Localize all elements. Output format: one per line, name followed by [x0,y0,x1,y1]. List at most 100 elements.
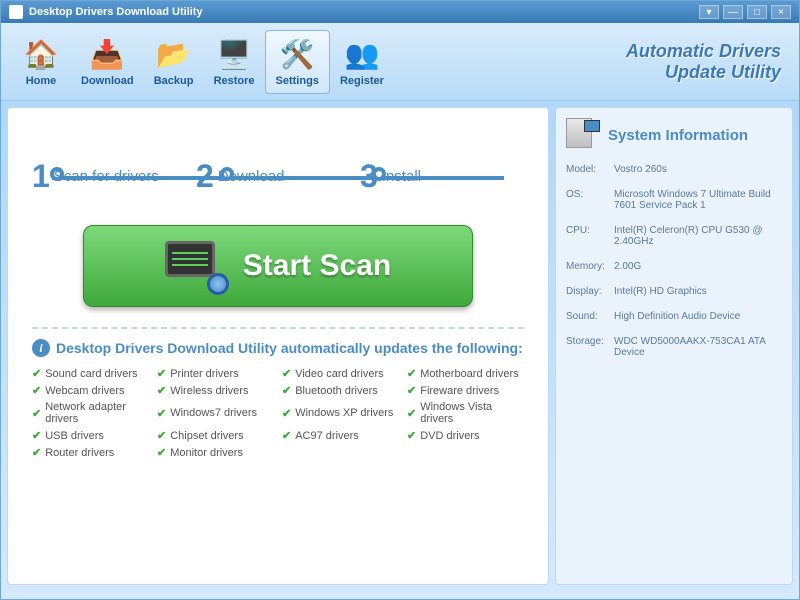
driver-name: Network adapter drivers [45,401,149,425]
driver-item: ✔Chipset drivers [157,429,274,442]
sysinfo-label: Display: [566,286,614,297]
check-icon: ✔ [282,384,291,397]
app-icon [9,5,23,19]
driver-name: Printer drivers [170,368,238,380]
driver-name: USB drivers [45,430,104,442]
restore-icon: 🖥️ [214,37,254,73]
brand-logo: Automatic Drivers Update Utility [626,41,789,83]
sysinfo-value: Intel(R) Celeron(R) CPU G530 @ 2.40GHz [614,225,782,247]
auto-title-text: Desktop Drivers Download Utility automat… [56,340,523,356]
sysinfo-value: Intel(R) HD Graphics [614,286,782,297]
sysinfo-value: 2.00G [614,261,782,272]
toolbar-restore[interactable]: 🖥️ Restore [204,31,265,93]
sysinfo-value: High Definition Audio Device [614,311,782,322]
toolbar-settings-label: Settings [276,75,319,87]
close-button[interactable]: × [771,5,791,19]
toolbar-home[interactable]: 🏠 Home [11,31,71,93]
step-2: 2 Download [196,158,360,195]
check-icon: ✔ [32,367,41,380]
driver-name: Bluetooth drivers [295,385,378,397]
start-scan-button[interactable]: Start Scan [83,225,473,307]
check-icon: ✔ [32,384,41,397]
sysinfo-row: OS:Microsoft Windows 7 Ultimate Build 76… [566,189,782,211]
sysinfo-row: Display:Intel(R) HD Graphics [566,286,782,297]
driver-name: Video card drivers [295,368,383,380]
minimize-button[interactable]: — [723,5,743,19]
driver-name: Sound card drivers [45,368,137,380]
driver-name: AC97 drivers [295,430,359,442]
step-3: 3 Install [360,158,524,195]
driver-name: Wireless drivers [170,385,248,397]
check-icon: ✔ [407,407,416,420]
step-3-num: 3 [360,158,378,195]
toolbar-download-label: Download [81,75,134,87]
maximize-button[interactable]: □ [747,5,767,19]
scan-icon [165,241,225,291]
check-icon: ✔ [282,407,291,420]
driver-name: Fireware drivers [420,385,499,397]
info-icon: i [32,339,50,357]
system-info-panel: System Information Model:Vostro 260s OS:M… [555,107,793,585]
step-1-label: Scan for drivers [54,168,159,185]
system-icon [566,118,600,152]
check-icon: ✔ [157,407,166,420]
window-title: Desktop Drivers Download Utility [29,6,699,18]
steps-progress: 1 Scan for drivers 2 Download 3 Install [32,158,524,195]
sysinfo-row: Storage:WDC WD5000AAKX-753CA1 ATA Device [566,336,782,358]
toolbar: 🏠 Home 📥 Download 📂 Backup 🖥️ Restore 🛠️… [1,23,799,101]
dropdown-button[interactable]: ▾ [699,5,719,19]
toolbar-backup[interactable]: 📂 Backup [144,31,204,93]
sysinfo-label: CPU: [566,225,614,247]
driver-item: ✔ Webcam drivers [32,384,149,397]
driver-name: Motherboard drivers [420,368,518,380]
step-2-label: Download [218,168,285,185]
sysinfo-label: Storage: [566,336,614,358]
check-icon: ✔ [157,446,166,459]
toolbar-download[interactable]: 📥 Download [71,31,144,93]
driver-item: ✔Video card drivers [282,367,399,380]
driver-item: ✔ Wireless drivers [157,384,274,397]
sysinfo-value: Vostro 260s [614,164,782,175]
toolbar-register[interactable]: 👥 Register [330,31,394,93]
check-icon: ✔ [32,429,41,442]
check-icon: ✔ [157,367,166,380]
toolbar-register-label: Register [340,75,384,87]
titlebar: Desktop Drivers Download Utility ▾ — □ × [1,1,799,23]
check-icon: ✔ [407,429,416,442]
driver-item: ✔Windows7 drivers [157,401,274,425]
sysinfo-row: Sound:High Definition Audio Device [566,311,782,322]
driver-item: ✔ USB drivers [32,429,149,442]
driver-item: ✔ Sound card drivers [32,367,149,380]
scan-button-label: Start Scan [243,249,391,283]
driver-item: ✔ Fireware drivers [407,384,524,397]
driver-item: ✔Network adapter drivers [32,401,149,425]
system-info-title: System Information [608,127,748,144]
sysinfo-label: Model: [566,164,614,175]
sysinfo-label: Sound: [566,311,614,322]
sysinfo-row: Memory:2.00G [566,261,782,272]
driver-item: ✔Router drivers [32,446,149,459]
step-1-num: 1 [32,158,50,195]
sysinfo-row: Model:Vostro 260s [566,164,782,175]
step-1: 1 Scan for drivers [32,158,196,195]
check-icon: ✔ [407,367,416,380]
toolbar-home-label: Home [26,75,57,87]
download-icon: 📥 [87,37,127,73]
sysinfo-value: Microsoft Windows 7 Ultimate Build 7601 … [614,189,782,211]
driver-name: Webcam drivers [45,385,124,397]
check-icon: ✔ [157,384,166,397]
step-3-label: Install [382,168,421,185]
toolbar-backup-label: Backup [154,75,194,87]
driver-name: Windows Vista drivers [420,401,524,425]
driver-item: ✔ Motherboard drivers [407,367,524,380]
driver-item: ✔ Bluetooth drivers [282,384,399,397]
driver-name: Monitor drivers [170,447,243,459]
driver-name: DVD drivers [420,430,479,442]
driver-name: Windows XP drivers [295,407,393,419]
sysinfo-value: WDC WD5000AAKX-753CA1 ATA Device [614,336,782,358]
toolbar-settings[interactable]: 🛠️ Settings [265,30,330,94]
home-icon: 🏠 [21,37,61,73]
check-icon: ✔ [407,384,416,397]
toolbar-restore-label: Restore [214,75,255,87]
sysinfo-label: Memory: [566,261,614,272]
